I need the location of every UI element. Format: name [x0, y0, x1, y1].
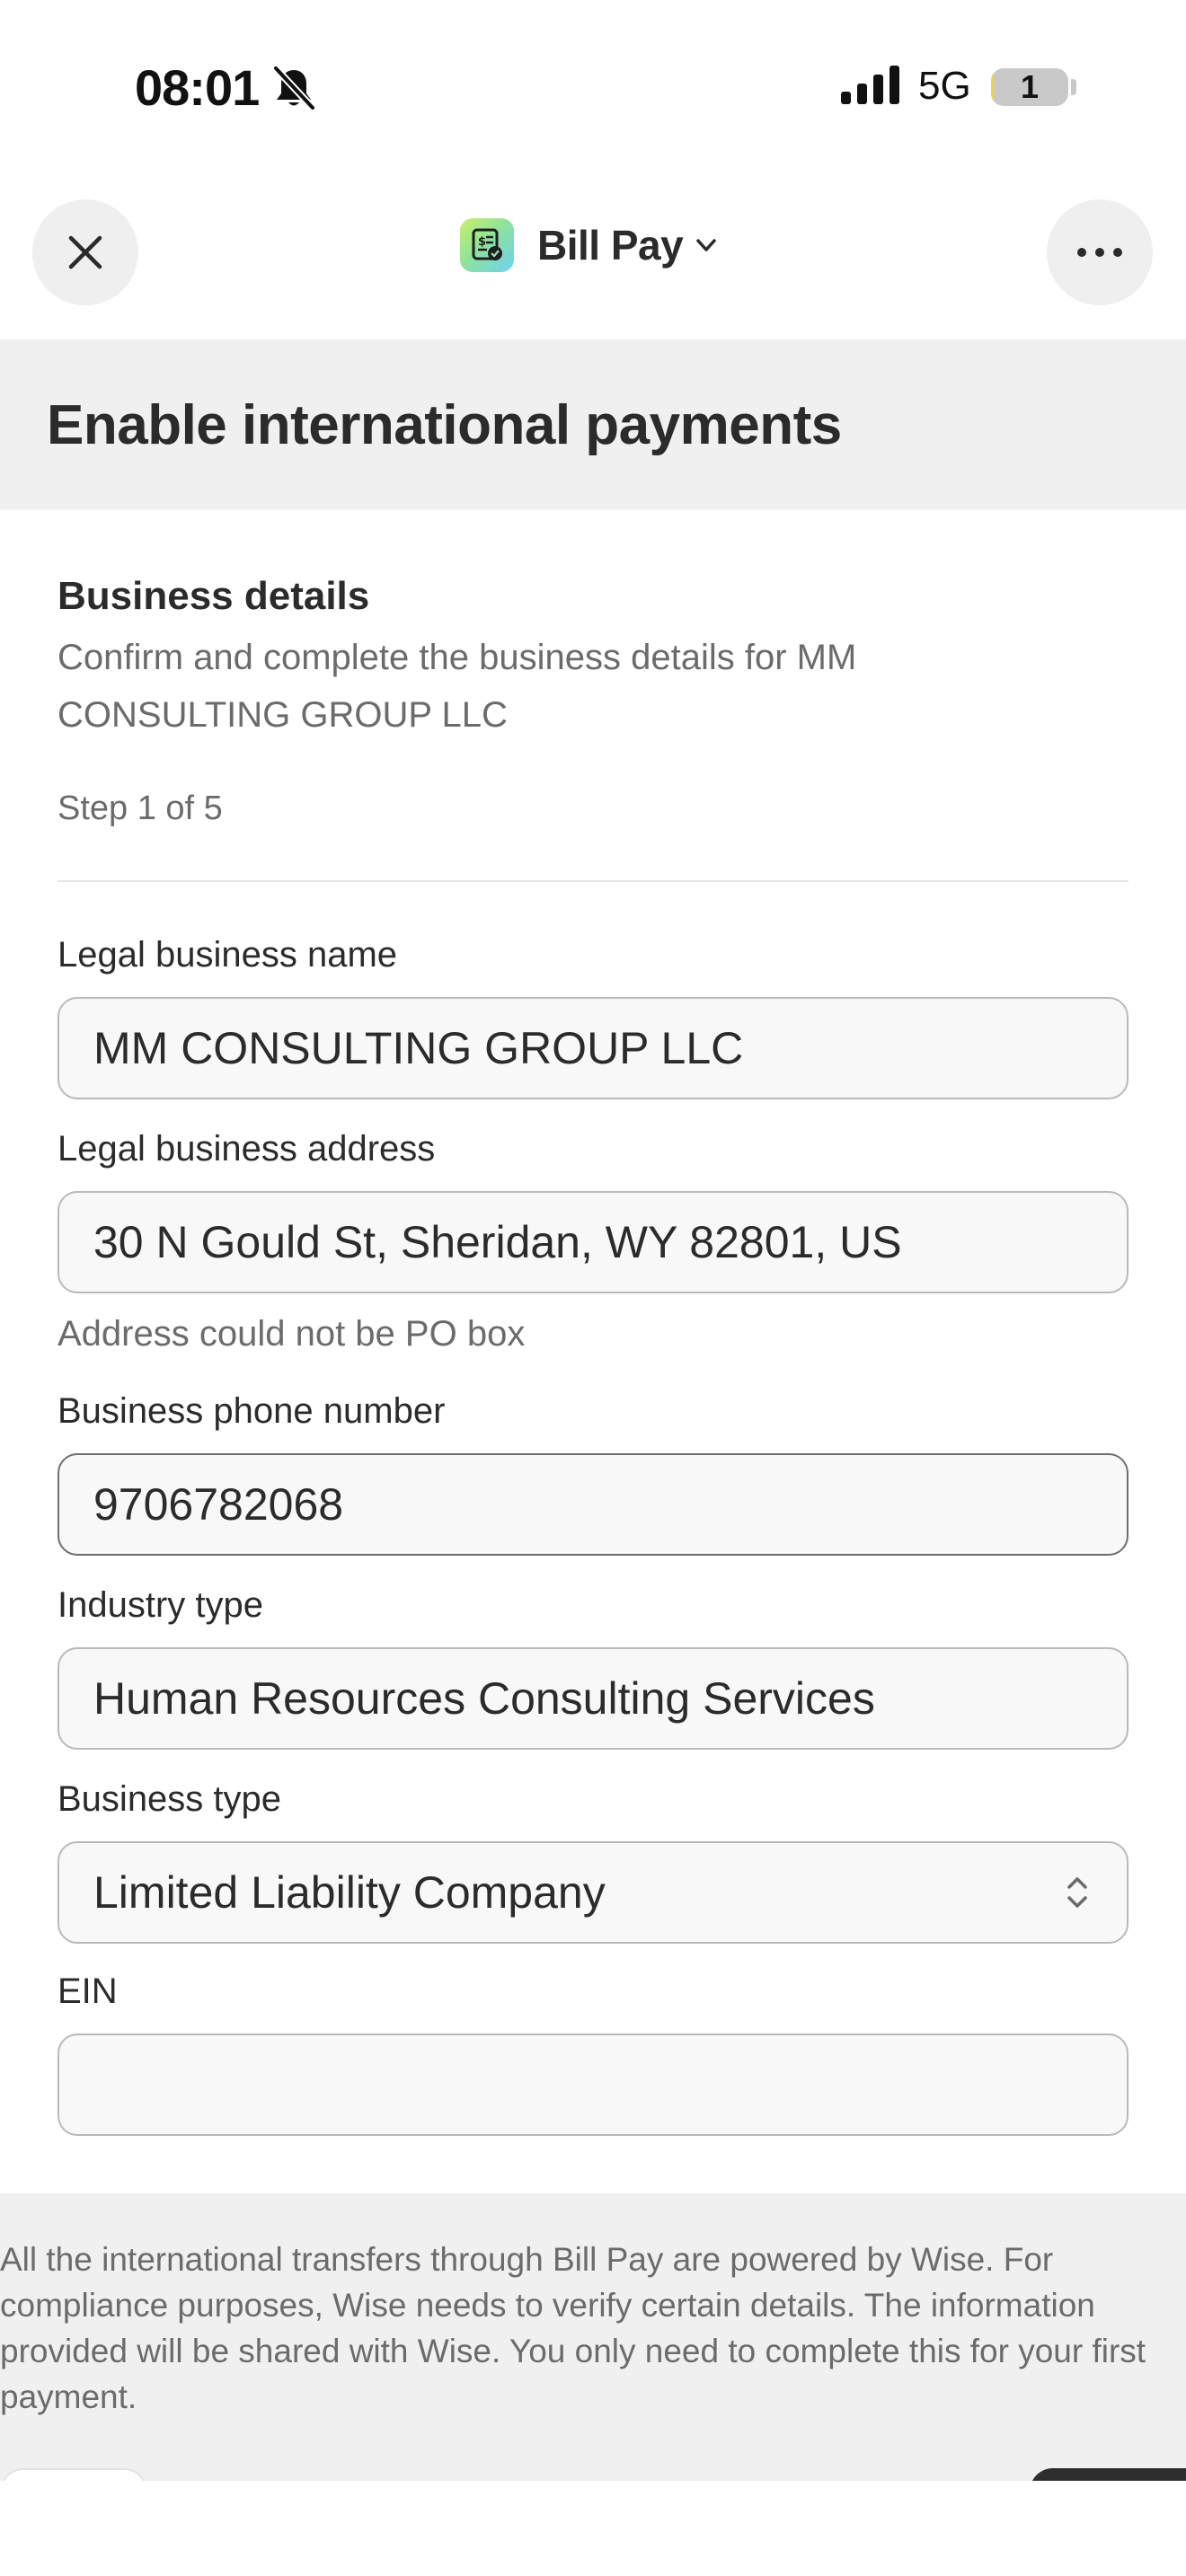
bill-pay-icon: $ — [460, 218, 514, 272]
industry-type-field[interactable]: Human Resources Consulting Services — [58, 1647, 1128, 1750]
divider — [58, 880, 1128, 882]
legal-business-name-label: Legal business name — [58, 935, 398, 975]
battery-level-text: 1 — [1020, 68, 1040, 105]
industry-type-label: Industry type — [58, 1585, 264, 1625]
business-type-value: Limited Liability Company — [93, 1867, 606, 1918]
legal-business-name-value: MM CONSULTING GROUP LLC — [93, 1023, 744, 1073]
section-heading: Business details — [58, 574, 370, 618]
more-horizontal-icon — [1077, 248, 1122, 257]
business-type-select[interactable]: Limited Liability Company — [58, 1841, 1128, 1944]
business-phone-label: Business phone number — [58, 1391, 446, 1431]
svg-text:$: $ — [478, 235, 486, 249]
bell-off-icon — [272, 65, 316, 111]
business-phone-field[interactable]: 9706782068 — [58, 1453, 1128, 1556]
bottom-safe-area — [0, 2481, 1186, 2576]
ein-label: EIN — [58, 1972, 118, 2011]
app-switcher[interactable]: $ Bill Pay — [460, 216, 719, 275]
title-band: Enable international payments — [0, 340, 1186, 510]
app-title: Bill Pay — [537, 222, 684, 269]
battery-icon: 1 — [991, 68, 1068, 106]
nav-bar: $ Bill Pay — [0, 171, 1186, 340]
more-button[interactable] — [1047, 199, 1153, 305]
address-helper-text: Address could not be PO box — [58, 1314, 526, 1354]
legal-business-name-field[interactable]: MM CONSULTING GROUP LLC — [58, 997, 1128, 1099]
industry-type-value: Human Resources Consulting Services — [93, 1673, 875, 1724]
close-button[interactable] — [32, 199, 138, 305]
business-type-label: Business type — [58, 1779, 282, 1819]
legal-business-address-value: 30 N Gould St, Sheridan, WY 82801, US — [93, 1217, 902, 1267]
legal-business-address-label: Legal business address — [58, 1129, 436, 1169]
step-indicator: Step 1 of 5 — [58, 790, 223, 827]
select-arrows-icon — [1067, 1877, 1087, 1908]
network-type: 5G — [918, 64, 971, 108]
wise-disclaimer: All the international transfers through … — [0, 2241, 1146, 2415]
close-icon — [68, 235, 102, 269]
business-phone-value: 9706782068 — [93, 1479, 344, 1530]
battery-nub — [1071, 79, 1076, 95]
status-bar: 08:01 5G 1 — [0, 0, 1186, 171]
signal-icon — [841, 66, 899, 104]
legal-business-address-field[interactable]: 30 N Gould St, Sheridan, WY 82801, US — [58, 1191, 1128, 1293]
section-description: Confirm and complete the business detail… — [58, 638, 857, 735]
ein-field[interactable] — [58, 2033, 1128, 2136]
page-title: Enable international payments — [47, 394, 842, 456]
status-time: 08:01 — [135, 59, 260, 116]
chevron-down-icon — [696, 239, 716, 251]
